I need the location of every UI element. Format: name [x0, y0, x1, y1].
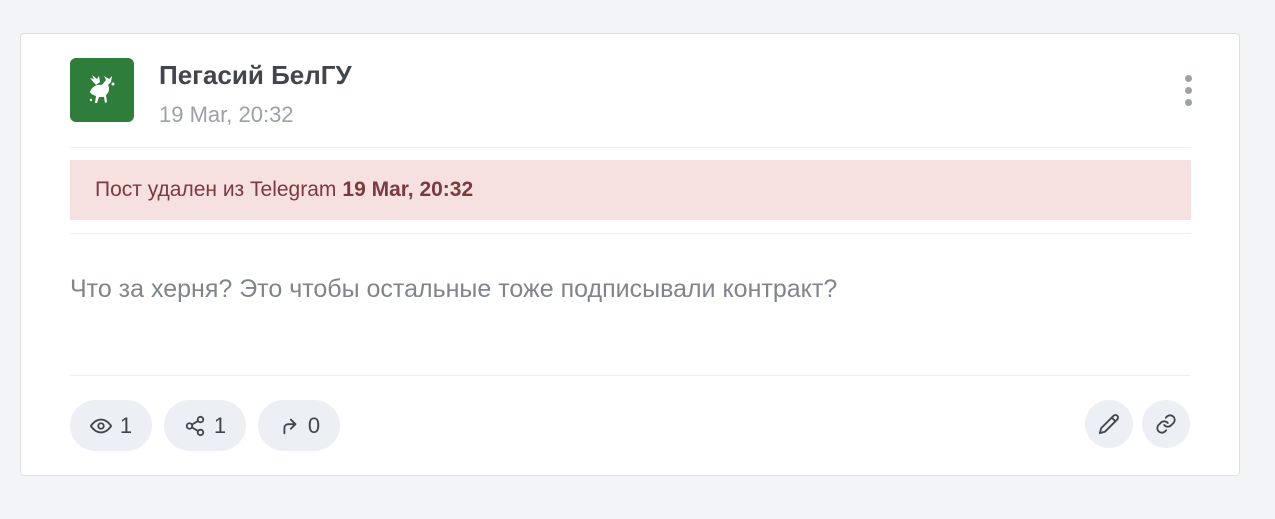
views-button[interactable]: 1 — [70, 400, 152, 451]
alert-divider — [70, 233, 1191, 234]
pegasus-logo-icon — [89, 75, 115, 103]
views-count: 1 — [119, 412, 133, 438]
forwards-button[interactable]: 0 — [258, 400, 340, 451]
forwards-count: 0 — [307, 412, 321, 438]
channel-name[interactable]: Пегасий БелГУ — [159, 60, 352, 91]
footer-divider — [70, 375, 1191, 376]
copy-link-button[interactable] — [1142, 400, 1190, 448]
shares-button[interactable]: 1 — [164, 400, 246, 451]
link-icon — [1155, 413, 1177, 435]
share-icon — [184, 415, 206, 437]
shares-count: 1 — [213, 412, 227, 438]
forward-arrow-icon — [278, 415, 300, 437]
alert-date: 19 Mar, 20:32 — [342, 178, 474, 201]
post-text: Что за херня? Это чтобы остальные тоже п… — [70, 275, 838, 303]
eye-icon — [89, 415, 112, 437]
alert-text: Пост удален из Telegram — [95, 178, 337, 201]
edit-button[interactable] — [1085, 400, 1133, 448]
avatar[interactable] — [70, 58, 134, 122]
pencil-icon — [1098, 413, 1120, 435]
deleted-alert: Пост удален из Telegram 19 Mar, 20:32 — [70, 160, 1191, 220]
more-vertical-icon[interactable] — [1176, 70, 1200, 110]
header-divider — [70, 147, 1191, 148]
post-date: 19 Mar, 20:32 — [159, 102, 294, 127]
post-card: Пегасий БелГУ 19 Mar, 20:32 Пост удален … — [20, 33, 1240, 476]
